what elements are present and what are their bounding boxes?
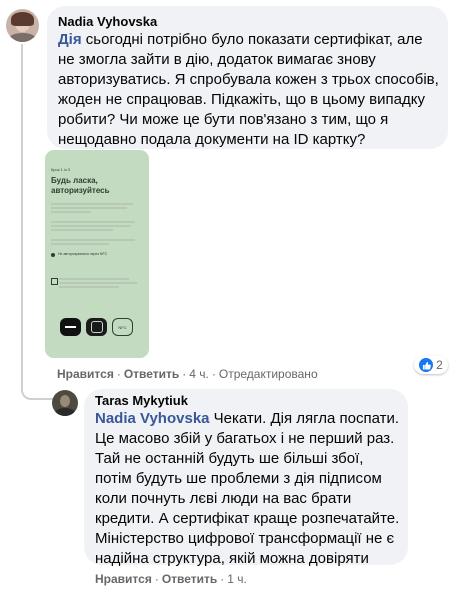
reply-body: Чекати. Дія лягла поспати. Це масово збі… xyxy=(95,410,400,567)
comment-actions: Нравится · Ответить · 4 ч. · Отредактировано xyxy=(57,367,318,381)
avatar-shoulders xyxy=(8,33,37,42)
comment-time[interactable]: 4 ч. xyxy=(189,367,209,381)
attachment-image[interactable]: Крок 1 із 3 Будь ласка, авторизуйтесь Не… xyxy=(45,150,149,358)
edited-label: Отредактировано xyxy=(218,367,318,381)
comment-author[interactable]: Nadia Vyhovska xyxy=(58,14,157,29)
reaction-badge[interactable]: 2 xyxy=(414,356,448,374)
text-line xyxy=(51,229,113,231)
like-button[interactable]: Нравится xyxy=(95,572,152,586)
avatar-nadia[interactable] xyxy=(6,9,39,42)
attachment-title-1: Будь ласка, xyxy=(51,176,98,185)
reply-author[interactable]: Taras Mykytiuk xyxy=(95,393,188,408)
reply-button[interactable]: Ответить xyxy=(162,572,217,586)
thread-connector xyxy=(21,44,53,400)
text-line xyxy=(51,203,133,205)
like-button[interactable]: Нравится xyxy=(57,367,114,381)
reply-actions: Нравится · Ответить · 1 ч. xyxy=(95,572,247,586)
mention-tag[interactable]: Дія xyxy=(58,31,82,48)
text-line xyxy=(51,221,135,223)
mention-tag[interactable]: Nadia Vyhovska xyxy=(95,410,210,427)
diia-logo-icon xyxy=(91,321,103,333)
text-line xyxy=(59,286,119,288)
attachment-title-2: авторизуйтесь xyxy=(51,186,110,195)
bank-logo-icon xyxy=(65,326,76,328)
comment-body: сьогодні потрібно було показати сертифік… xyxy=(58,31,439,148)
avatar-taras[interactable] xyxy=(52,390,78,416)
text-line xyxy=(59,278,129,280)
avatar-shoulders xyxy=(55,408,75,416)
nfc-button[interactable]: NFC xyxy=(112,318,133,336)
bankid-button[interactable] xyxy=(60,318,81,336)
avatar-hair xyxy=(11,12,34,26)
text-line xyxy=(51,207,127,209)
attachment-step: Крок 1 із 3 xyxy=(51,167,71,172)
text-line xyxy=(51,211,91,213)
diia-button[interactable] xyxy=(86,318,107,336)
avatar-face xyxy=(60,395,70,407)
reply-bubble: Taras Mykytiuk Nadia Vyhovska Чекати. Ді… xyxy=(84,389,408,567)
reply-button[interactable]: Ответить xyxy=(124,367,179,381)
like-reaction-icon xyxy=(419,358,434,372)
comment-bubble: Nadia Vyhovska Дія сьогодні потрібно бул… xyxy=(47,6,448,149)
text-line xyxy=(51,225,131,227)
reply-time[interactable]: 1 ч. xyxy=(227,572,247,586)
reply-text: Nadia Vyhovska Чекати. Дія лягла поспати… xyxy=(95,409,401,569)
nfc-button-label: NFC xyxy=(118,325,127,330)
nfc-option-text: Не авторизуватися через NFC xyxy=(58,252,108,256)
nfc-option-row[interactable]: Не авторизуватися через NFC xyxy=(51,252,141,259)
text-line xyxy=(59,282,137,284)
text-line xyxy=(51,239,135,241)
text-line xyxy=(51,243,109,245)
comment-text: Дія сьогодні потрібно було показати серт… xyxy=(58,30,442,150)
reaction-count: 2 xyxy=(436,358,443,372)
